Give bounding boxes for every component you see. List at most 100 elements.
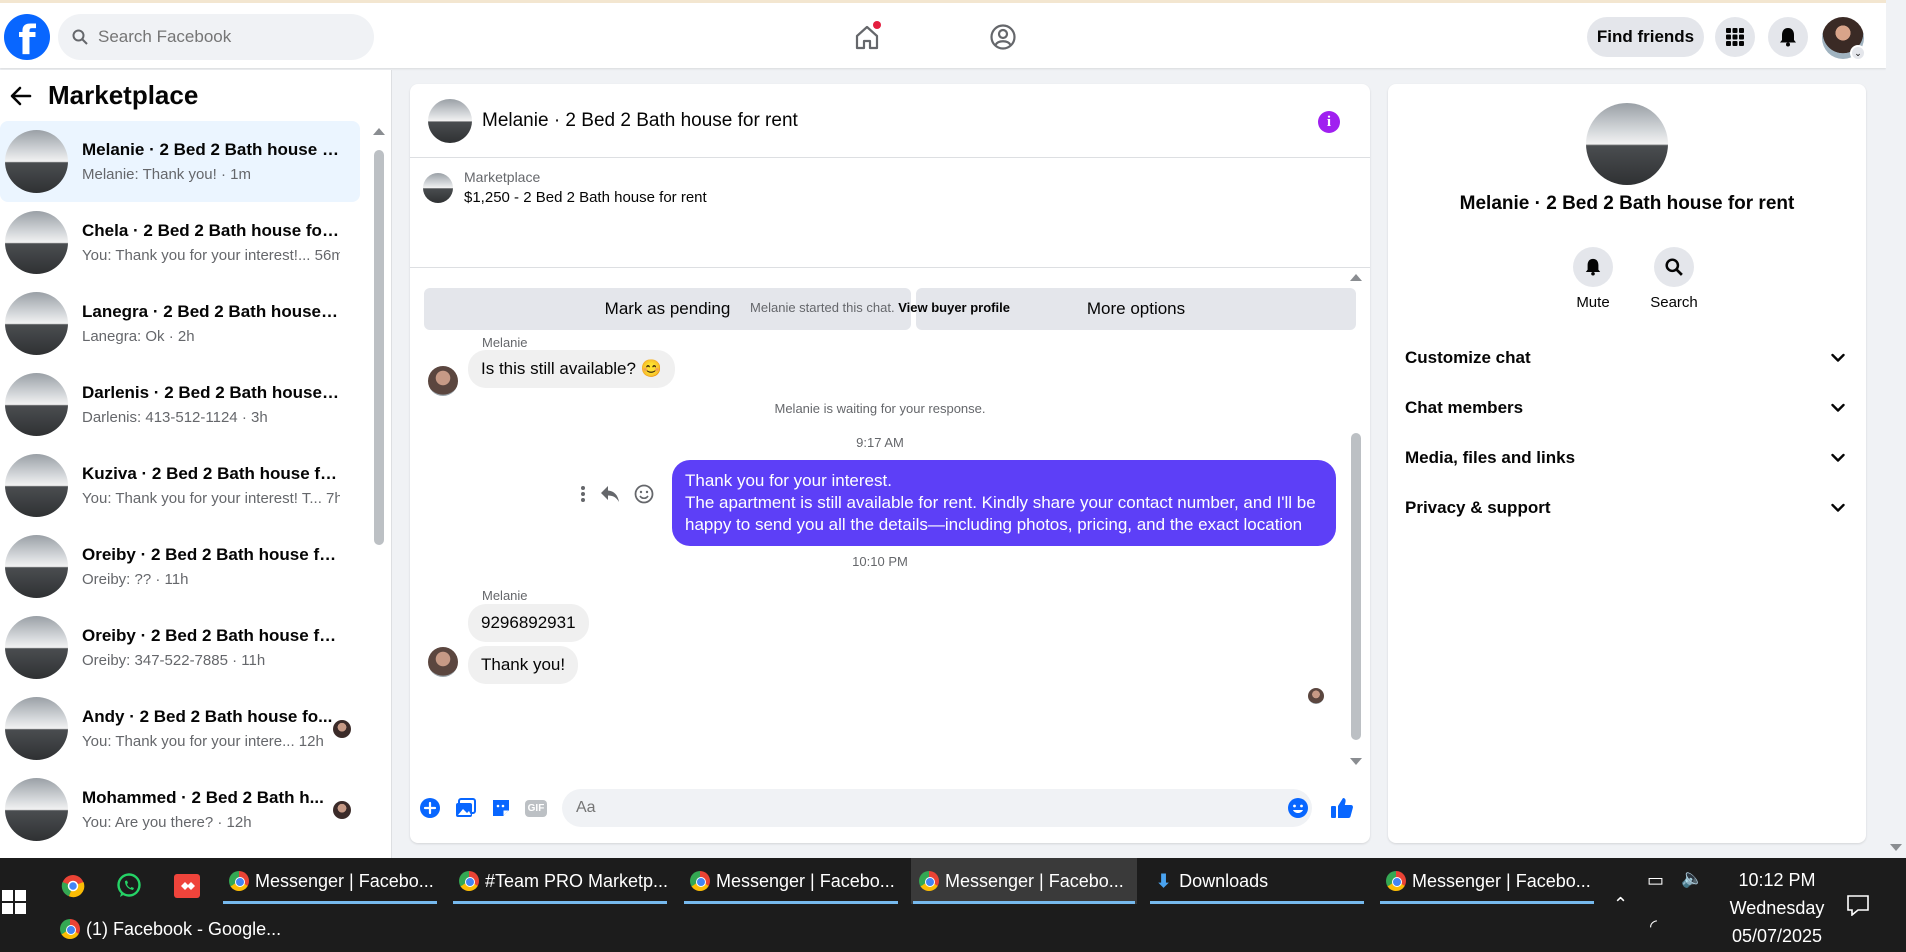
plus-circle-icon xyxy=(420,798,440,818)
volume-icon[interactable]: 🔈 xyxy=(1681,868,1703,889)
groups-nav-button[interactable] xyxy=(983,17,1023,57)
listing-thumbnail[interactable] xyxy=(423,173,453,203)
scroll-down-arrow-icon[interactable] xyxy=(1890,844,1902,851)
conversation-avatar[interactable] xyxy=(1586,103,1668,185)
sticker-button[interactable] xyxy=(489,796,513,820)
menu-button[interactable] xyxy=(1715,17,1755,57)
reply-icon[interactable] xyxy=(600,485,620,503)
message-input[interactable] xyxy=(562,789,1312,827)
facebook-logo[interactable]: f xyxy=(4,14,50,60)
system-clock[interactable]: 10:12 PM Wednesday 05/07/2025 xyxy=(1722,866,1832,950)
notifications-button[interactable] xyxy=(1768,17,1808,57)
taskbar-window-title: (1) Facebook - Google... xyxy=(86,918,282,939)
outgoing-message[interactable]: Thank you for your interest. The apartme… xyxy=(672,460,1336,546)
taskbar-window-button[interactable]: Messenger | Facebo... xyxy=(911,858,1137,904)
clock-time: 10:12 PM xyxy=(1738,870,1816,890)
attach-photo-button[interactable] xyxy=(454,796,478,820)
send-like-button[interactable] xyxy=(1330,796,1354,820)
message-thread: Melanie started this chat. View buyer pr… xyxy=(410,270,1370,770)
conversation-name: Kuziva · 2 Bed 2 Bath house for ... xyxy=(82,464,340,483)
find-friends-button[interactable]: Find friends xyxy=(1587,17,1704,57)
sticker-icon xyxy=(493,800,509,816)
action-center-icon[interactable] xyxy=(1846,894,1870,916)
info-section-item[interactable]: Privacy & support xyxy=(1405,483,1849,533)
conversation-item[interactable]: Mohammed · 2 Bed 2 Bath h... You: Are you… xyxy=(0,769,360,850)
chrome-icon xyxy=(690,871,710,891)
chat-avatar[interactable] xyxy=(428,98,472,143)
scroll-up-arrow-icon[interactable] xyxy=(373,128,385,135)
home-nav-button[interactable] xyxy=(847,17,887,57)
listing-banner: Marketplace $1,250 - 2 Bed 2 Bath house … xyxy=(410,158,1370,330)
conversation-item[interactable]: Chela · 2 Bed 2 Bath house for r... You: … xyxy=(0,202,360,283)
conversation-item[interactable]: Kuziva · 2 Bed 2 Bath house for ... You: … xyxy=(0,445,360,526)
conversation-item[interactable]: Oreiby · 2 Bed 2 Bath house for... Oreiby… xyxy=(0,607,360,688)
scroll-down-arrow-icon[interactable] xyxy=(1350,758,1362,765)
add-button[interactable] xyxy=(418,796,442,820)
conversation-name: Chela · 2 Bed 2 Bath house for r... xyxy=(82,221,340,240)
chat-scrollbar[interactable] xyxy=(1350,270,1362,770)
view-buyer-profile-link[interactable]: View buyer profile xyxy=(898,300,1010,315)
back-arrow-icon[interactable] xyxy=(10,85,32,107)
more-vertical-icon[interactable] xyxy=(580,485,586,503)
sender-avatar[interactable] xyxy=(428,366,458,396)
conversation-item[interactable]: Lanegra · 2 Bed 2 Bath house f... Lanegra… xyxy=(0,283,360,364)
emoji-button[interactable] xyxy=(1286,796,1310,820)
mute-button[interactable] xyxy=(1573,247,1613,287)
search-in-chat-button[interactable] xyxy=(1654,247,1694,287)
page-scrollbar[interactable] xyxy=(1886,0,1906,858)
taskbar-window-button[interactable]: Messenger | Facebo... xyxy=(221,858,439,904)
info-section-item[interactable]: Media, files and links xyxy=(1405,433,1849,483)
whatsapp-pinned-icon[interactable] xyxy=(115,872,143,900)
clock-date: 05/07/2025 xyxy=(1731,926,1823,946)
scrollbar-thumb[interactable] xyxy=(1351,433,1361,740)
waiting-notice: Melanie is waiting for your response. xyxy=(774,401,986,416)
account-chevron-down-icon[interactable]: ⌄ xyxy=(1850,45,1866,61)
search-input[interactable] xyxy=(98,27,338,47)
incoming-message[interactable]: Thank you! xyxy=(468,646,579,684)
taskbar-window-button[interactable]: Messenger | Facebo... xyxy=(1378,858,1596,904)
sidebar-title: Marketplace xyxy=(48,80,199,110)
conversation-item[interactable]: Oreiby · 2 Bed 2 Bath house for... Oreiby… xyxy=(0,526,360,607)
message-actions xyxy=(580,484,654,504)
conversation-info-panel: Melanie · 2 Bed 2 Bath house for rent Mu… xyxy=(1388,84,1866,843)
taskbar-window-button[interactable]: ⬇ Downloads xyxy=(1148,858,1366,904)
gif-button[interactable]: GIF xyxy=(524,796,548,820)
conversation-thumbnail xyxy=(5,454,68,517)
conversation-item[interactable]: Andy · 2 Bed 2 Bath house fo... You: Than… xyxy=(0,688,360,769)
info-section-item[interactable]: Customize chat xyxy=(1405,333,1849,383)
taskbar-window-button[interactable]: #Team PRO Marketp... xyxy=(451,858,669,904)
info-section-label: Customize chat xyxy=(1405,348,1531,367)
chevron-up-icon[interactable]: ⌃ xyxy=(1613,894,1628,915)
sidebar-scrollbar[interactable] xyxy=(373,125,385,845)
chrome-pinned-icon[interactable] xyxy=(59,872,87,900)
scrollbar-thumb[interactable] xyxy=(374,150,384,545)
react-emoji-icon[interactable] xyxy=(634,484,654,504)
incoming-message[interactable]: Is this still available? 😊 xyxy=(468,350,675,388)
taskbar-window-button[interactable]: Messenger | Facebo... xyxy=(682,858,900,904)
listing-price-title[interactable]: $1,250 - 2 Bed 2 Bath house for rent xyxy=(464,189,707,206)
wifi-icon[interactable]: ◜ xyxy=(1650,916,1657,937)
anydesk-pinned-icon[interactable] xyxy=(173,872,201,900)
bell-icon xyxy=(1585,258,1601,276)
mute-action[interactable]: Mute xyxy=(1558,247,1628,311)
conversation-item[interactable]: Melanie · 2 Bed 2 Bath house f... Melanie… xyxy=(0,121,360,202)
marketplace-inbox-sidebar: Marketplace Melanie · 2 Bed 2 Bath house… xyxy=(0,70,392,858)
emoji-icon xyxy=(1288,798,1308,818)
sender-avatar[interactable] xyxy=(428,647,458,677)
mute-label: Mute xyxy=(1576,294,1610,311)
search-box[interactable] xyxy=(58,14,374,60)
clock-day: Wednesday xyxy=(1729,898,1825,918)
chat-title[interactable]: Melanie · 2 Bed 2 Bath house for rent xyxy=(482,110,798,132)
search-label: Search xyxy=(1650,294,1698,311)
info-section-item[interactable]: Chat members xyxy=(1405,383,1849,433)
conversation-snippet: You: Thank you for your interest! T... 7… xyxy=(82,490,340,507)
windows-start-icon[interactable] xyxy=(2,890,26,914)
incoming-message[interactable]: 9296892931 xyxy=(468,604,589,642)
scroll-up-arrow-icon[interactable] xyxy=(1350,274,1362,281)
network-icon[interactable]: ▭ xyxy=(1647,870,1664,891)
conversation-texts: Kuziva · 2 Bed 2 Bath house for ... You: … xyxy=(82,464,340,507)
conversation-item[interactable]: Darlenis · 2 Bed 2 Bath house f... Darlen… xyxy=(0,364,360,445)
taskbar-window-button[interactable]: (1) Facebook - Google... xyxy=(52,906,282,952)
info-icon[interactable]: i xyxy=(1318,111,1340,133)
search-action[interactable]: Search xyxy=(1639,247,1709,311)
